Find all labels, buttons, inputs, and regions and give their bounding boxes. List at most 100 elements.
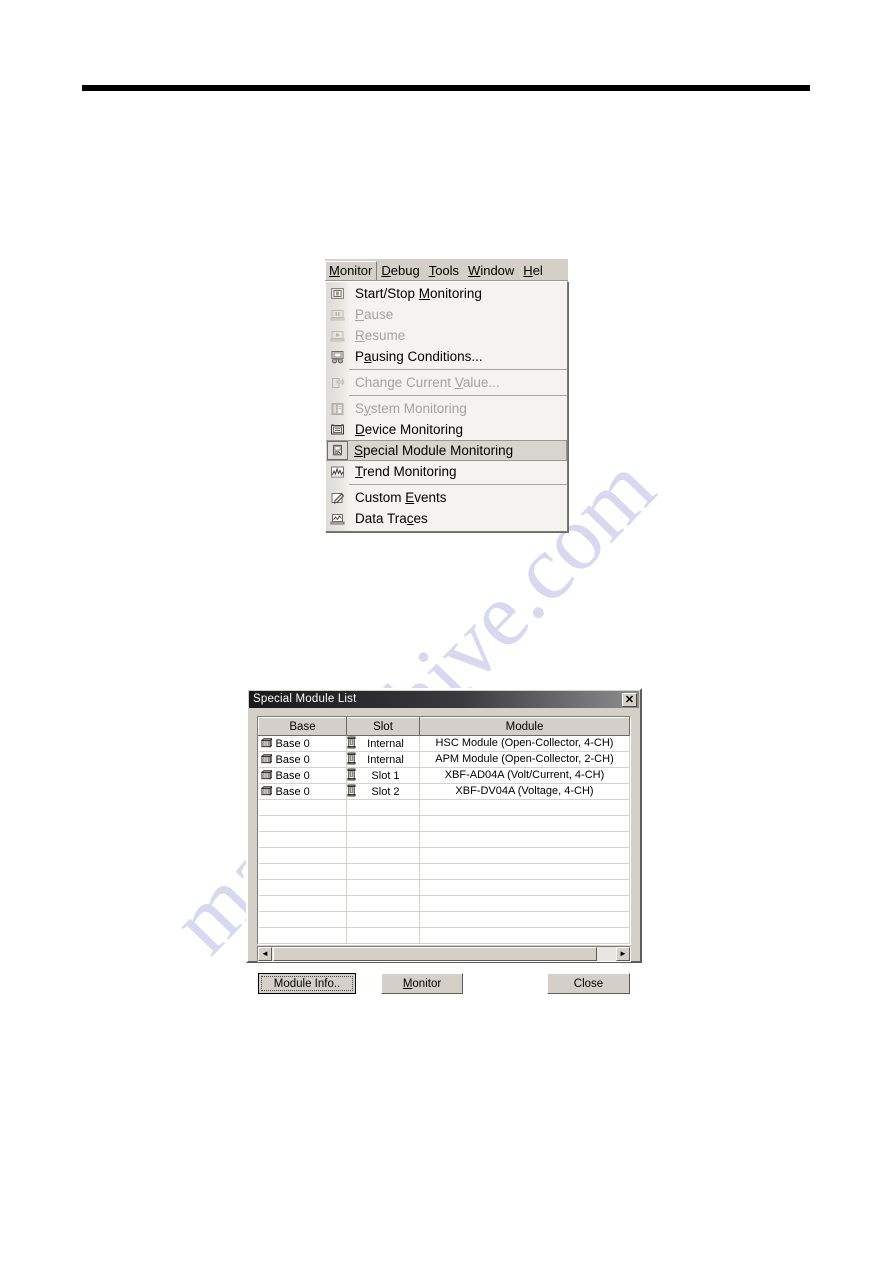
table-header-row: Base Slot Module — [258, 717, 630, 736]
close-icon[interactable]: ✕ — [622, 692, 637, 707]
menu-item-label: Trend Monitoring — [355, 463, 457, 479]
menubar-item-help[interactable]: Hel — [519, 261, 548, 280]
horizontal-scrollbar[interactable]: ◄ ► — [257, 946, 631, 962]
cell-base: Base 0 — [258, 767, 347, 784]
resume-monitor-icon — [326, 325, 349, 346]
menu-item-trend-monitoring[interactable]: Trend Monitoring — [326, 461, 567, 482]
cell-slot — [346, 911, 420, 928]
close-button[interactable]: Close — [547, 973, 630, 994]
column-header-base[interactable]: Base — [258, 717, 347, 736]
cell-slot — [346, 863, 420, 880]
cell-base — [258, 831, 347, 848]
cell-module: HSC Module (Open-Collector, 4-CH) — [419, 735, 630, 752]
scroll-right-arrow-icon[interactable]: ► — [616, 947, 630, 961]
cell-module: XBF-DV04A (Voltage, 4-CH) — [419, 783, 630, 800]
cell-slot — [346, 895, 420, 912]
cell-module-label: XBF-DV04A (Voltage, 4-CH) — [455, 785, 594, 797]
table-row[interactable]: Base 0 — [258, 751, 630, 768]
cell-module-label: APM Module (Open-Collector, 2-CH) — [435, 753, 614, 765]
cell-slot-label: Slot 2 — [371, 785, 400, 798]
system-monitoring-icon — [326, 398, 349, 419]
cell-module — [419, 831, 630, 848]
cell-module — [419, 895, 630, 912]
table-row-empty[interactable] — [258, 799, 630, 816]
cell-slot — [346, 927, 420, 944]
scrollbar-thumb[interactable] — [273, 947, 597, 961]
module-info-button[interactable]: Module Info.. — [258, 973, 356, 994]
table-row-empty[interactable] — [258, 895, 630, 912]
scrollbar-track[interactable] — [272, 947, 616, 961]
cell-base — [258, 815, 347, 832]
pause-monitor-icon — [326, 304, 349, 325]
monitor-button-label: Monitor — [402, 977, 442, 990]
menubar-item-tools[interactable]: Tools — [425, 261, 464, 280]
menu-separator — [349, 369, 567, 370]
monitor-dropdown-menu: Start/Stop Monitoring Pause Resume Pausi… — [325, 281, 568, 532]
cell-slot-label: Slot 1 — [371, 769, 400, 782]
menubar-item-window[interactable]: Window — [464, 261, 519, 280]
cell-base — [258, 927, 347, 944]
monitor-screen-icon — [326, 283, 349, 304]
monitor-menu-widget: Monitor Debug Tools Window Hel Start/Sto… — [325, 259, 568, 532]
menu-item-device-monitoring[interactable]: Device Monitoring — [326, 419, 567, 440]
table-row-empty[interactable] — [258, 927, 630, 944]
cell-slot — [346, 847, 420, 864]
cell-base-label: Base 0 — [275, 785, 310, 798]
menu-item-label: Data Traces — [355, 510, 428, 526]
table-row[interactable]: Base 0 — [258, 767, 630, 784]
table-row[interactable]: Base 0 — [258, 783, 630, 800]
cell-base: Base 0 — [258, 751, 347, 768]
trend-monitoring-icon — [326, 461, 349, 482]
table-row-empty[interactable] — [258, 879, 630, 896]
cell-base — [258, 799, 347, 816]
cell-slot: Internal — [346, 735, 420, 752]
menu-item-system-monitoring: System Monitoring — [326, 398, 567, 419]
table-row-empty[interactable] — [258, 863, 630, 880]
slot-module-icon — [347, 736, 356, 751]
scroll-left-arrow-icon[interactable]: ◄ — [258, 947, 272, 961]
menu-item-custom-events[interactable]: Custom Events — [326, 487, 567, 508]
base-rack-icon — [259, 770, 274, 781]
table-row[interactable]: Base 0 — [258, 735, 630, 752]
cell-slot — [346, 799, 420, 816]
change-value-icon — [326, 372, 349, 393]
column-header-module[interactable]: Module — [419, 717, 630, 736]
table-row-empty[interactable] — [258, 815, 630, 832]
cell-slot — [346, 879, 420, 896]
menubar-item-debug[interactable]: Debug — [377, 261, 424, 280]
special-module-icon — [327, 441, 348, 460]
base-rack-icon — [259, 738, 274, 749]
cell-slot — [346, 815, 420, 832]
data-traces-icon — [326, 508, 349, 529]
monitor-button[interactable]: Monitor — [381, 973, 463, 994]
menu-item-data-traces[interactable]: Data Traces — [326, 508, 567, 529]
menu-item-label: Change Current Value... — [355, 374, 500, 390]
cell-base — [258, 879, 347, 896]
menu-item-label: Pausing Conditions... — [355, 348, 483, 364]
menu-item-pausing-conditions[interactable]: Pausing Conditions... — [326, 346, 567, 367]
table-row-empty[interactable] — [258, 831, 630, 848]
cell-slot — [346, 831, 420, 848]
cell-base: Base 0 — [258, 735, 347, 752]
cell-module-label: HSC Module (Open-Collector, 4-CH) — [435, 737, 614, 749]
cell-base-label: Base 0 — [275, 769, 310, 782]
menu-item-special-module-monitoring[interactable]: Special Module Monitoring — [326, 440, 567, 461]
table-row-empty[interactable] — [258, 911, 630, 928]
dialog-button-row: Module Info.. Monitor Close — [257, 973, 631, 994]
menu-item-change-current-value: Change Current Value... — [326, 372, 567, 393]
cell-slot-label: Internal — [367, 737, 404, 750]
cell-module — [419, 911, 630, 928]
slot-module-icon — [347, 784, 356, 799]
column-header-slot[interactable]: Slot — [346, 717, 420, 736]
cell-base — [258, 847, 347, 864]
menu-item-label: Start/Stop Monitoring — [355, 285, 482, 301]
menu-item-resume: Resume — [326, 325, 567, 346]
table-row-empty[interactable] — [258, 847, 630, 864]
menu-item-start-stop-monitoring[interactable]: Start/Stop Monitoring — [326, 283, 567, 304]
cell-module — [419, 863, 630, 880]
cell-base-label: Base 0 — [275, 753, 310, 766]
menubar-item-monitor[interactable]: Monitor — [325, 261, 378, 280]
menu-item-label: Device Monitoring — [355, 421, 464, 437]
cell-module — [419, 879, 630, 896]
special-module-list-dialog: Special Module List ✕ Base Slot Module B… — [246, 688, 642, 994]
